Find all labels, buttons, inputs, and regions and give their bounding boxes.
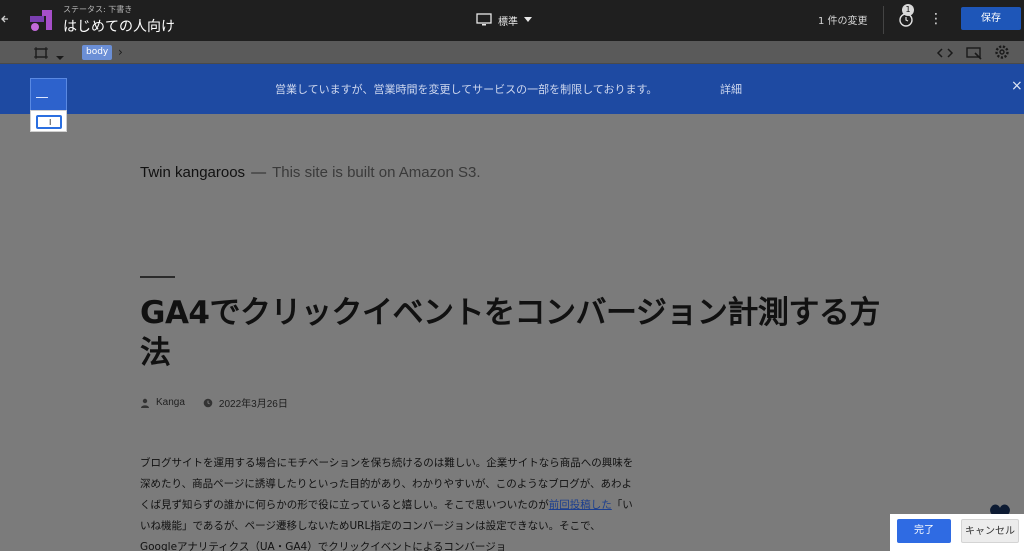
- cancel-button[interactable]: キャンセル: [961, 519, 1019, 543]
- inline-text-field[interactable]: I: [36, 115, 62, 129]
- selection-line: [36, 97, 48, 98]
- post-title: GA4でクリックイベントをコンバージョン計測する方法: [140, 295, 880, 371]
- changes-count[interactable]: 1 件の変更: [818, 12, 868, 27]
- chevron-right-icon: ›: [118, 45, 123, 59]
- title-separator: [140, 276, 175, 278]
- selected-element[interactable]: [30, 78, 67, 114]
- gear-icon[interactable]: [994, 44, 1010, 60]
- divider: [883, 6, 884, 34]
- back-arrow-icon[interactable]: [0, 8, 12, 30]
- clock-icon: [203, 398, 213, 407]
- monitor-icon: [476, 13, 492, 26]
- preview-icon[interactable]: [966, 45, 982, 60]
- site-dash: —: [251, 164, 267, 181]
- caret-down-icon[interactable]: [56, 47, 64, 60]
- banner-details-link[interactable]: 詳細: [720, 81, 742, 97]
- post-date[interactable]: 2022年3月26日: [219, 395, 288, 410]
- device-selector[interactable]: 標準: [476, 11, 532, 29]
- post-author[interactable]: Kanga: [156, 397, 185, 408]
- previous-post-link[interactable]: 前回投稿した: [549, 499, 612, 511]
- person-icon: [141, 398, 149, 408]
- site-name[interactable]: Twin kangaroos: [140, 164, 245, 181]
- breadcrumb-body[interactable]: body: [82, 45, 113, 60]
- device-label: 標準: [498, 16, 518, 28]
- banner-message: 営業していますが、営業時間を変更してサービスの一部を制限しております。: [275, 83, 658, 96]
- inline-editor-popover[interactable]: I: [30, 110, 67, 132]
- document-title: はじめての人向け: [63, 19, 175, 35]
- top-app-bar: ステータス: 下書き はじめての人向け 標準 1 件の変更 1 ⋮ 保存: [0, 0, 1024, 41]
- editor-toolbar: body ›: [0, 41, 1024, 64]
- done-button[interactable]: 完了: [897, 519, 951, 543]
- text-cursor-icon: I: [49, 118, 52, 127]
- caret-down-icon: [524, 17, 532, 22]
- status-label: ステータス: 下書き: [63, 5, 133, 14]
- frame-select-icon[interactable]: [33, 45, 49, 59]
- notice-banner: 営業していますが、営業時間を変更してサービスの一部を制限しております。 詳細 ×: [0, 64, 1024, 114]
- code-icon[interactable]: [936, 45, 954, 59]
- save-button[interactable]: 保存: [961, 7, 1021, 30]
- site-tagline: This site is built on Amazon S3.: [272, 164, 481, 181]
- post-meta: Kanga 2022年3月26日: [140, 395, 288, 410]
- close-icon[interactable]: ×: [1011, 78, 1023, 94]
- notification-badge: 1: [902, 4, 914, 16]
- post-body: ブログサイトを運用する場合にモチベーションを保ち続けるのは難しい。企業サイトなら…: [140, 453, 635, 551]
- app-logo-icon: [28, 8, 54, 32]
- site-header: Twin kangaroos — This site is built on Ama…: [140, 164, 481, 181]
- more-menu-icon[interactable]: ⋮: [929, 10, 943, 28]
- page-canvas: 営業していますが、営業時間を変更してサービスの一部を制限しております。 詳細 ×…: [0, 64, 1024, 551]
